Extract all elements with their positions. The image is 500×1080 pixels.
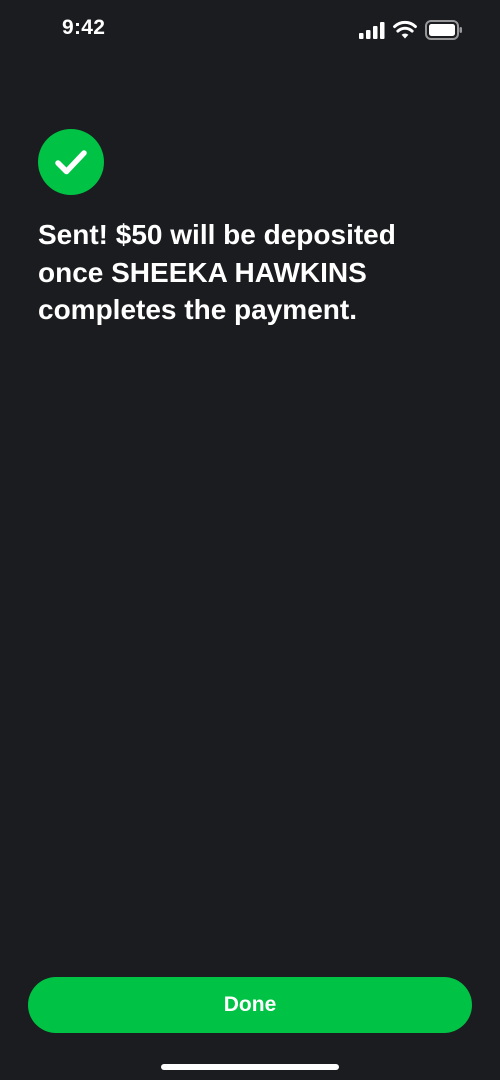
done-button[interactable]: Done [28,977,472,1033]
message-line: Sent! $50 will be deposited [38,219,396,250]
success-badge [38,129,104,195]
message-line: once SHEEKA HAWKINS [38,256,367,288]
message-line: completes the payment. [38,294,357,325]
status-time: 9:42 [62,16,106,39]
home-indicator[interactable] [161,1064,339,1070]
checkmark-icon [55,150,87,175]
confirmation-message: Sent! $50 will be deposited once SHEEKA … [38,216,458,329]
status-bar: 9:42 [0,0,500,60]
